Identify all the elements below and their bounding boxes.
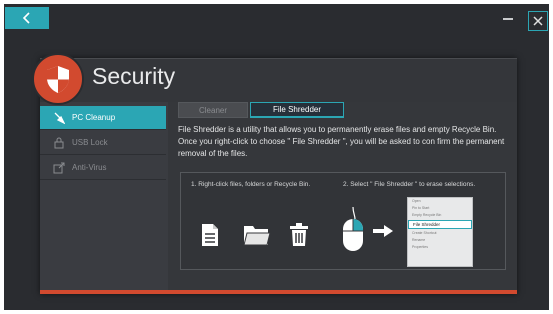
folder-icon: [243, 226, 271, 246]
back-arrow-icon: [22, 12, 30, 24]
step-2-label: 2. Select " File Shredder " to erase sel…: [343, 181, 476, 188]
context-menu-item: Properties: [412, 245, 428, 249]
context-menu-item: Open: [412, 199, 421, 203]
broom-icon: [52, 111, 66, 125]
mouse-icon: [343, 207, 363, 251]
minimize-button[interactable]: [503, 18, 513, 20]
sidebar: PC Cleanup USB Lock Anti-Virus: [40, 106, 166, 290]
sidebar-item-label: USB Lock: [72, 138, 108, 147]
main-window: Security PC Cleanup USB Lock Anti-Virus: [32, 53, 517, 294]
trash-icon: [290, 223, 308, 246]
sidebar-item-pc-cleanup[interactable]: PC Cleanup: [40, 106, 166, 130]
screen: Security PC Cleanup USB Lock Anti-Virus: [4, 4, 549, 310]
sidebar-item-usb-lock[interactable]: USB Lock: [40, 131, 166, 155]
lock-icon: [52, 136, 66, 150]
context-menu-item: Pin to Start: [412, 206, 430, 210]
window-header: Security: [32, 53, 517, 105]
document-icon: [202, 224, 218, 246]
context-menu-item: Rename: [412, 238, 426, 242]
arrow-right-icon: [373, 225, 393, 237]
tab-file-shredder[interactable]: File Shredder: [250, 102, 344, 118]
sidebar-item-anti-virus[interactable]: Anti-Virus: [40, 156, 166, 180]
tab-bar: Cleaner File Shredder: [178, 102, 346, 120]
context-menu-item: Create Shortcut: [412, 231, 437, 235]
sidebar-item-label: PC Cleanup: [72, 113, 116, 122]
tab-cleaner[interactable]: Cleaner: [178, 102, 248, 118]
back-button[interactable]: [5, 7, 49, 29]
shield-logo-icon: [32, 53, 84, 105]
context-menu-item: Empty Recycle Bin: [412, 213, 442, 217]
step-1-label: 1. Right-click files, folders or Recycle…: [191, 181, 311, 188]
external-link-icon: [52, 161, 66, 175]
feature-description: File Shredder is a utility that allows y…: [178, 125, 505, 158]
context-menu-item-selected: File Shredder: [408, 220, 472, 229]
close-icon: [533, 16, 543, 26]
instructions-box: 1. Right-click files, folders or Recycle…: [180, 172, 506, 270]
footer-accent-bar: [40, 290, 517, 294]
context-menu: Open Pin to Start Empty Recycle Bin File…: [407, 197, 473, 267]
content-panel: Cleaner File Shredder File Shredder is a…: [168, 102, 517, 290]
sidebar-item-label: Anti-Virus: [72, 163, 107, 172]
close-button[interactable]: [528, 11, 548, 31]
app-title: Security: [92, 63, 176, 89]
